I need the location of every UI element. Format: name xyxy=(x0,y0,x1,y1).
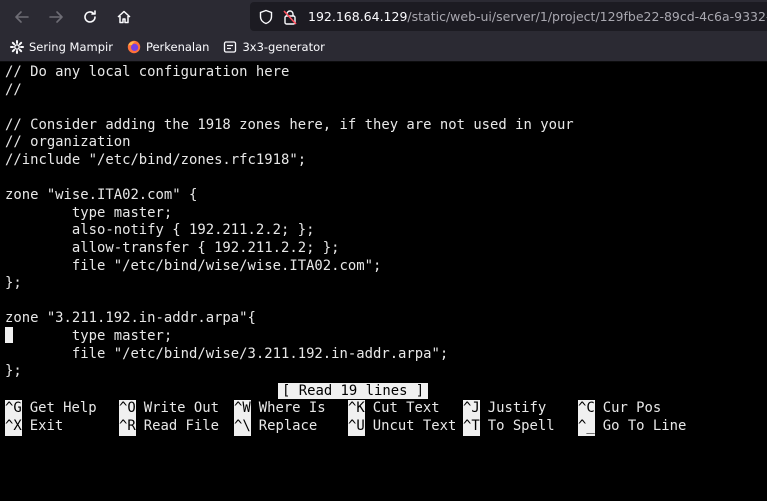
firefox-icon xyxy=(127,40,141,54)
shortcut-key: ^W xyxy=(234,400,251,418)
shortcut-justify[interactable]: ^J Justify xyxy=(463,400,546,418)
shortcut-label: Write Out xyxy=(143,400,220,416)
gear-icon xyxy=(10,40,24,54)
shortcut-key: ^U xyxy=(348,418,365,436)
editor-line: allow-transfer { 192.211.2.2; }; xyxy=(5,240,340,256)
shortcut-label: Go To Line xyxy=(602,418,687,434)
shortcut-key: ^K xyxy=(348,400,365,418)
shortcut-label: Uncut Text xyxy=(372,418,457,434)
editor-line: file "/etc/bind/wise/wise.ITA02.com"; xyxy=(5,257,382,274)
shortcut-label: Justify xyxy=(487,400,547,416)
editor-line: // Do any local configuration here xyxy=(5,64,290,80)
editor-line: // xyxy=(5,81,22,98)
shortcut-key: ^_ xyxy=(578,418,595,436)
forward-button[interactable] xyxy=(44,5,68,29)
shortcut-cut-text[interactable]: ^K Cut Text xyxy=(348,400,440,418)
shortcut-label: Exit xyxy=(29,418,64,434)
shortcut-label: Get Help xyxy=(29,400,97,416)
shortcut-replace[interactable]: ^\ Replace xyxy=(234,418,317,436)
text-cursor xyxy=(5,327,13,343)
editor-line: file "/etc/bind/wise/3.211.192.in-addr.a… xyxy=(5,345,449,362)
editor-line: also-notify { 192.211.2.2; }; xyxy=(5,222,315,239)
home-icon xyxy=(117,10,131,23)
shortcut-to-spell[interactable]: ^T To Spell xyxy=(463,418,555,436)
back-button[interactable] xyxy=(10,5,34,29)
shortcut-label: Cut Text xyxy=(372,400,440,416)
shortcut-where-is[interactable]: ^W Where Is xyxy=(234,400,326,418)
arrow-right-icon xyxy=(49,10,63,23)
shortcut-key: ^T xyxy=(463,418,480,436)
shortcut-label: Read File xyxy=(143,418,220,434)
shortcut-get-help[interactable]: ^G Get Help xyxy=(5,400,97,418)
editor-line: // organization xyxy=(5,134,131,151)
shortcut-key: ^R xyxy=(119,418,136,436)
shortcut-uncut-text[interactable]: ^U Uncut Text xyxy=(348,418,456,436)
url-host: 192.168.64.129 xyxy=(308,9,408,24)
shortcut-label: Where Is xyxy=(258,400,326,416)
terminal-editor[interactable]: // Do any local configuration here // //… xyxy=(0,62,767,501)
reload-icon xyxy=(84,9,96,23)
editor-line: type master; xyxy=(5,328,173,344)
shortcut-label: To Spell xyxy=(487,418,555,434)
editor-line: //include "/etc/bind/zones.rfc1918"; xyxy=(5,152,307,168)
shortcut-key: ^J xyxy=(463,400,480,418)
shortcut-write-out[interactable]: ^O Write Out xyxy=(119,400,219,418)
page-icon xyxy=(223,40,237,54)
editor-line: zone "3.211.192.in-addr.arpa"{ xyxy=(5,310,256,327)
bookmark-3x3-generator[interactable]: 3x3-generator xyxy=(223,40,325,54)
shortcut-label: Cur Pos xyxy=(602,400,662,416)
shortcut-key: ^C xyxy=(578,400,595,418)
shortcut-key: ^\ xyxy=(234,418,251,436)
shortcut-exit[interactable]: ^X Exit xyxy=(5,418,63,436)
editor-line: }; xyxy=(5,275,22,292)
shortcut-label: Replace xyxy=(258,418,318,434)
bookmark-label: Perkenalan xyxy=(145,40,210,54)
insecure-lock-icon[interactable] xyxy=(282,9,298,25)
browser-toolbar: 192.168.64.129/static/web-ui/server/1/pr… xyxy=(0,0,767,33)
home-button[interactable] xyxy=(112,5,136,29)
url-path: /static/web-ui/server/1/project/129fbe22… xyxy=(407,9,767,24)
shortcut-key: ^X xyxy=(5,418,22,436)
bookmarks-bar: Sering Mampir Perkenalan 3x3-generator xyxy=(0,33,767,62)
shield-icon[interactable] xyxy=(258,9,274,25)
bookmark-sering-mampir[interactable]: Sering Mampir xyxy=(10,40,113,54)
url-text[interactable]: 192.168.64.129/static/web-ui/server/1/pr… xyxy=(308,9,767,24)
bookmark-label: Sering Mampir xyxy=(29,40,113,54)
bookmark-label: 3x3-generator xyxy=(242,40,325,54)
editor-line: type master; xyxy=(5,204,173,221)
reload-button[interactable] xyxy=(78,5,102,29)
shortcut-key: ^O xyxy=(119,400,136,418)
editor-line: }; xyxy=(5,363,22,380)
shortcut-cur-pos[interactable]: ^C Cur Pos xyxy=(578,400,661,418)
bookmark-perkenalan[interactable]: Perkenalan xyxy=(127,40,210,54)
url-bar[interactable]: 192.168.64.129/static/web-ui/server/1/pr… xyxy=(250,2,767,31)
editor-line: // Consider adding the 1918 zones here, … xyxy=(5,116,574,133)
editor-line: zone "wise.ITA02.com" { xyxy=(5,187,198,204)
shortcut-go-to-line[interactable]: ^_ Go To Line xyxy=(578,418,686,436)
arrow-left-icon xyxy=(15,10,29,23)
shortcut-key: ^G xyxy=(5,400,22,418)
status-message: [ Read 19 lines ] xyxy=(278,383,429,399)
shortcut-read-file[interactable]: ^R Read File xyxy=(119,418,219,436)
